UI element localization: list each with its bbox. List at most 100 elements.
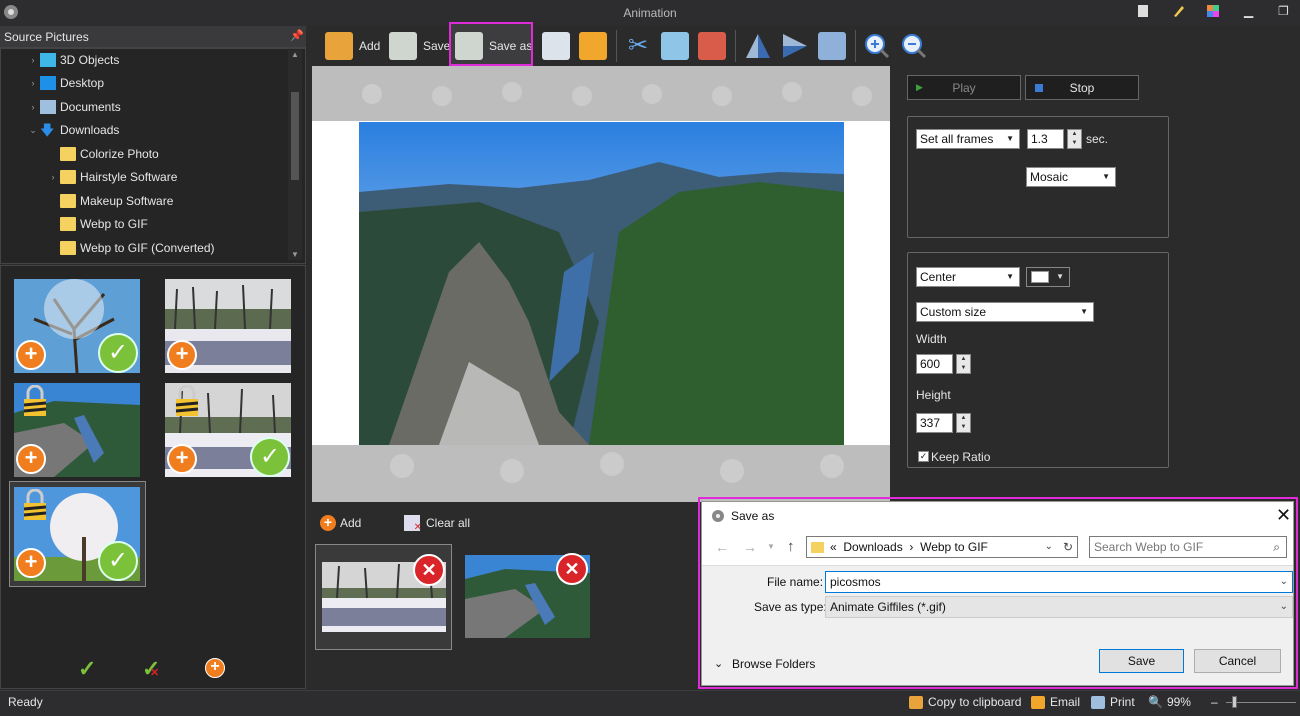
recent-dropdown-icon[interactable]: ▼ [767, 542, 775, 551]
frames-mode-select[interactable]: Set all frames ▼ [916, 129, 1020, 149]
tree-scrollbar-thumb[interactable] [291, 92, 299, 180]
print-status-button[interactable]: Print [1091, 695, 1135, 709]
tree-item-hairstyle-software[interactable]: › Hairstyle Software [46, 166, 177, 188]
pencil-icon[interactable] [1172, 4, 1188, 20]
tree-item-webp-to-gif[interactable]: Webp to GIF [46, 213, 148, 235]
search-input[interactable]: Search Webp to GIF ⌕ [1089, 536, 1287, 558]
size-mode-select[interactable]: Custom size ▼ [916, 302, 1094, 322]
zoom-out-status-icon[interactable]: – [1211, 695, 1218, 709]
keep-ratio-checkbox[interactable]: ✓ [918, 451, 929, 462]
copy-to-clipboard-button[interactable]: Copy to clipboard [909, 695, 1021, 709]
chevron-down-icon: ▼ [1056, 272, 1064, 281]
chevron-down-icon[interactable]: ⌄ [1045, 537, 1053, 557]
add-plus-icon[interactable]: + [167, 444, 197, 474]
crop-button[interactable] [698, 28, 732, 64]
folder-icon [60, 217, 76, 231]
dialog-app-icon [711, 509, 725, 523]
flip-horizontal-button[interactable] [744, 28, 778, 64]
stop-button[interactable]: Stop [1025, 75, 1139, 100]
restore-button[interactable]: ❐ [1278, 4, 1294, 20]
tree-item-makeup-software[interactable]: Makeup Software [46, 190, 173, 212]
browse-folders-chevron-icon[interactable]: ⌄ [714, 657, 723, 670]
add-plus-icon[interactable]: + [16, 340, 46, 370]
scissors-icon: ✂ [627, 32, 649, 59]
chevron-down-icon: ▼ [1006, 272, 1014, 281]
scroll-down-icon[interactable]: ▼ [291, 250, 299, 259]
checked-icon: ✓ [250, 437, 290, 477]
toolbar-separator [616, 30, 617, 62]
add-checked-icon[interactable]: + [205, 658, 225, 678]
tree-item-documents[interactable]: › Documents [26, 96, 121, 118]
back-arrow-icon[interactable]: ← [715, 539, 729, 555]
file-name-input[interactable]: picosmos ⌄ [825, 571, 1293, 593]
tree-item-downloads[interactable]: ⌄ 🡇 Downloads [26, 119, 119, 141]
checked-icon: ✓ [98, 541, 138, 581]
chevron-down-icon: ⌄ [1279, 601, 1288, 612]
save-as-type-select[interactable]: Animate Giffiles (*.gif) ⌄ [825, 596, 1293, 618]
rotate-button[interactable] [818, 28, 852, 64]
search-icon: ⌕ [1273, 540, 1280, 554]
remove-frame-icon[interactable]: ✕ [556, 553, 588, 585]
folder-icon [811, 542, 824, 554]
dialog-cancel-button[interactable]: Cancel [1194, 649, 1281, 673]
tree-item-webp-to-gif-converted[interactable]: Webp to GIF (Converted) [46, 237, 215, 259]
forward-arrow-icon[interactable]: → [743, 539, 757, 555]
color-palette-icon[interactable] [1206, 4, 1222, 20]
scroll-up-icon[interactable]: ▲ [291, 50, 299, 59]
tree-item-desktop[interactable]: › Desktop [26, 72, 104, 94]
rotate-icon [818, 32, 846, 60]
file-icon[interactable] [1136, 4, 1152, 20]
save-button[interactable]: Save [389, 28, 450, 64]
cut-button[interactable]: ✂ [624, 28, 658, 64]
up-arrow-icon[interactable]: ↑ [787, 538, 795, 555]
duration-stepper[interactable]: ▲ ▼ [1067, 129, 1082, 149]
zoom-slider-thumb[interactable] [1232, 696, 1237, 708]
dialog-save-button[interactable]: Save [1099, 649, 1184, 673]
play-icon: ▶ [916, 82, 923, 92]
height-input[interactable]: 337 [916, 413, 953, 433]
zoom-out-button[interactable] [900, 28, 934, 64]
width-stepper[interactable]: ▲ ▼ [956, 354, 971, 374]
align-select[interactable]: Center ▼ [916, 267, 1020, 287]
zoom-in-button[interactable] [863, 28, 897, 64]
width-input[interactable]: 600 [916, 354, 953, 374]
uncheck-all-icon[interactable]: ✓ ✕ [142, 656, 160, 682]
toolbar-separator [735, 30, 736, 62]
stop-icon [1035, 84, 1043, 92]
width-label: Width [916, 332, 947, 346]
height-label: Height [916, 388, 951, 402]
add-plus-icon[interactable]: + [167, 340, 197, 370]
printer-icon [1091, 695, 1105, 709]
transition-select[interactable]: Mosaic ▼ [1026, 167, 1116, 187]
check-all-icon[interactable]: ✓ [78, 656, 96, 682]
tree-item-3d-objects[interactable]: › 3D Objects [26, 49, 119, 71]
envelope-icon [1031, 695, 1045, 709]
address-bar[interactable]: « Downloads › Webp to GIF ⌄ ↻ [806, 536, 1078, 558]
add-plus-icon[interactable]: + [16, 444, 46, 474]
toolbar-separator [855, 30, 856, 62]
duration-input[interactable]: 1.3 [1027, 129, 1064, 149]
flip-vertical-button[interactable] [781, 28, 815, 64]
frames-add-button[interactable]: + Add [320, 515, 361, 531]
add-plus-icon[interactable]: + [16, 548, 46, 578]
height-stepper[interactable]: ▲ ▼ [956, 413, 971, 433]
play-button[interactable]: ▶ Play [907, 75, 1021, 100]
pin-icon[interactable]: 📌 [290, 29, 304, 42]
background-color-select[interactable]: ▼ [1026, 267, 1070, 287]
documents-icon [40, 100, 56, 114]
refresh-icon[interactable]: ↻ [1063, 537, 1073, 557]
chevron-down-icon[interactable]: ⌄ [1280, 572, 1288, 592]
tree-item-colorize-photo[interactable]: Colorize Photo [46, 143, 159, 165]
remove-frame-icon[interactable]: ✕ [413, 554, 445, 586]
email-status-button[interactable]: Email [1031, 695, 1080, 709]
add-button[interactable]: Add [325, 28, 380, 64]
copy-button[interactable] [661, 28, 695, 64]
browse-folders-toggle[interactable]: Browse Folders [732, 657, 815, 671]
dialog-close-icon[interactable]: ✕ [1276, 505, 1291, 526]
zoom-out-icon [900, 32, 928, 60]
email-button[interactable] [579, 28, 613, 64]
clear-all-button[interactable]: ✕ Clear all [404, 515, 470, 533]
minimize-button[interactable]: ▁ [1244, 4, 1260, 20]
flip-vertical-icon [781, 32, 809, 60]
print-button[interactable] [542, 28, 576, 64]
